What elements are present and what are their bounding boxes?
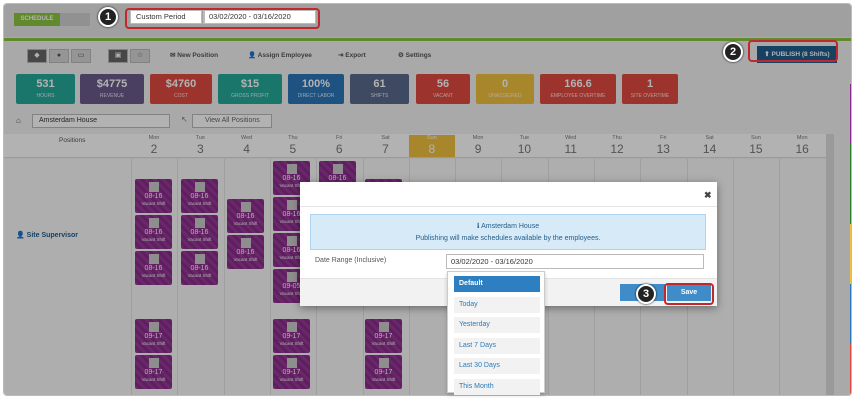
dropdown-option[interactable]: Yesterday: [454, 317, 540, 333]
dropdown-option[interactable]: Today: [454, 296, 540, 313]
modal-message: Publishing will make schedules available…: [415, 235, 601, 242]
modal-location: Amsterdam House: [481, 223, 540, 230]
dropdown-option[interactable]: Last 30 Days: [454, 358, 540, 374]
side-color-bar: [850, 284, 851, 344]
publish-highlight: [748, 40, 838, 62]
period-select[interactable]: Custom Period▼: [130, 10, 215, 24]
info-icon: ℹ: [476, 223, 480, 230]
side-color-bar: [850, 224, 851, 284]
divider: [300, 206, 717, 207]
side-color-bar: [850, 84, 851, 144]
modal-date-range-input[interactable]: 03/02/2020 - 03/16/2020: [446, 254, 704, 269]
callout-1: 1: [98, 7, 118, 27]
save-highlight: [664, 283, 714, 305]
dropdown-option[interactable]: Last 7 Days: [454, 337, 540, 354]
date-range-dropdown: Default Today Yesterday Last 7 Days Last 30 …: [447, 271, 545, 395]
side-color-bar: [850, 144, 851, 224]
date-range-input[interactable]: 03/02/2020 - 03/16/2020: [204, 10, 316, 24]
info-alert: ℹ Amsterdam House Publishing will make s…: [310, 214, 706, 250]
close-icon[interactable]: ✖: [704, 190, 712, 201]
side-color-bar: [850, 344, 851, 395]
callout-2: 2: [723, 42, 743, 62]
dropdown-option[interactable]: Default: [454, 276, 540, 292]
dropdown-option[interactable]: This Month: [454, 378, 540, 395]
date-range-label: Date Range (Inclusive): [315, 257, 387, 264]
callout-3: 3: [636, 284, 656, 304]
